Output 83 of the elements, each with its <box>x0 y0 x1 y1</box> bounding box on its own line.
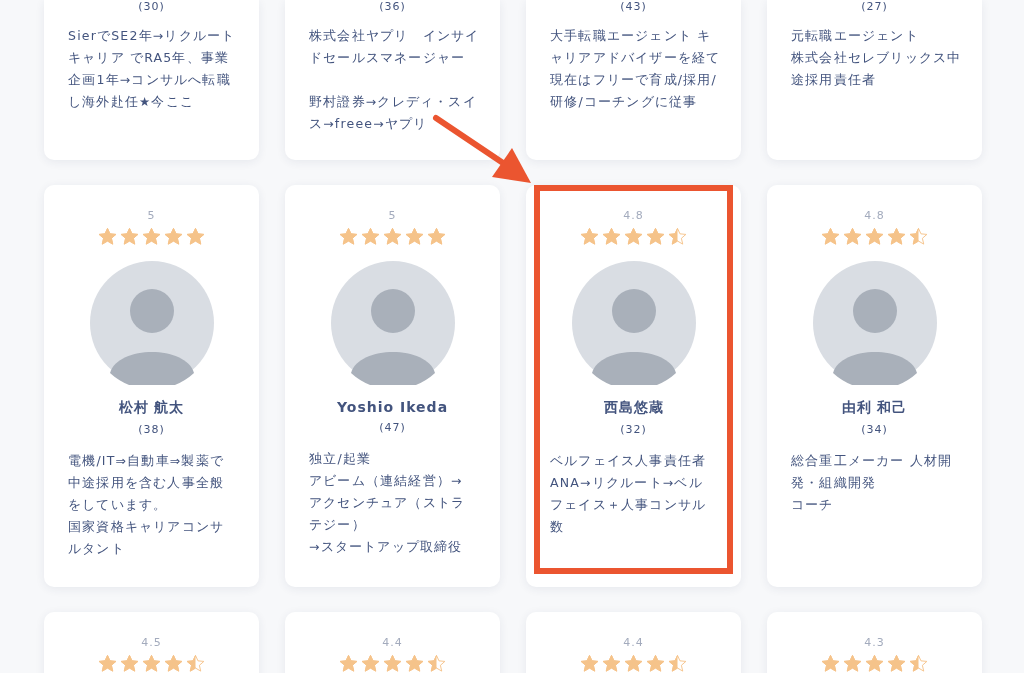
star-icon <box>339 654 358 673</box>
star-icon <box>843 654 862 673</box>
rating-value: 4.5 <box>141 636 162 649</box>
bio-text: 国家資格キャリアコンサルタント <box>68 518 226 558</box>
star-icon <box>164 654 183 673</box>
star-icon <box>909 227 928 246</box>
star-icon <box>339 227 358 246</box>
profile-card[interactable]: (30) SierでSE2年→リクルートキャリア でRA5年、事業企画1年→コンサルへ転職し海外赴任★今ここ <box>44 0 259 160</box>
rating-value: 4.4 <box>623 636 644 649</box>
profile-card[interactable]: (27) 元転職エージェント 株式会社セレブリックス中途採用責任者 <box>767 0 982 160</box>
bio-text: ベルフェイス人事責任者 <box>550 452 708 470</box>
person-age: (30) <box>138 0 165 13</box>
bio-text: 電機/IT⇒自動車⇒製薬で中途採用を含む人事全般をしています。 <box>68 452 226 514</box>
bio-text: ANA→リクルート→ベルフェイス＋人事コンサル数 <box>550 474 708 536</box>
rating-value: 5 <box>388 209 397 222</box>
star-icon <box>427 654 446 673</box>
star-icon <box>821 227 840 246</box>
star-icon <box>383 654 402 673</box>
rating-value: 4.3 <box>864 636 885 649</box>
star-icon <box>887 227 906 246</box>
person-name: 由利 和己 <box>841 399 908 417</box>
star-icon <box>821 654 840 673</box>
person-name: 西島悠蔵 <box>603 399 664 417</box>
bio-text: 野村證券→クレディ・スイス→freee→ヤプリ <box>309 93 478 133</box>
star-icon <box>580 654 599 673</box>
person-age: (34) <box>861 423 888 436</box>
bio-text: 大手転職エージェント キャリアアドバイザーを経て <box>550 27 721 67</box>
bio-text: アビーム（連結経営）→アクセンチュア（ストラテジー） <box>309 472 467 534</box>
star-icon <box>427 227 446 246</box>
star-icon <box>624 227 643 246</box>
bio-text: 元転職エージェント <box>791 27 920 45</box>
person-age: (32) <box>620 423 647 436</box>
star-icon <box>865 654 884 673</box>
star-icon <box>602 654 621 673</box>
star-icon <box>186 227 205 246</box>
star-icon <box>602 227 621 246</box>
person-age: (47) <box>379 421 406 434</box>
profile-card[interactable]: (43) 大手転職エージェント キャリアアドバイザーを経て 現在はフリーで育成/採用/研修/コーチングに従事 <box>526 0 741 160</box>
star-icon <box>646 654 665 673</box>
star-icon <box>646 227 665 246</box>
star-icon <box>624 654 643 673</box>
person-age: (36) <box>379 0 406 13</box>
bio-text: コーチ <box>791 496 835 514</box>
rating-value: 5 <box>147 209 156 222</box>
profile-card[interactable]: 5 松村 航太 (38) 電機/IT⇒自動車⇒製薬で中途採用を含む人事全般をしています。 国家資格キャリアコンサルタント <box>44 185 259 587</box>
rating-value: 4.8 <box>864 209 885 222</box>
star-icon <box>164 227 183 246</box>
bio-text: 現在はフリーで育成/採用/研修/コーチングに従事 <box>550 71 719 111</box>
star-icon <box>843 227 862 246</box>
star-icon <box>405 654 424 673</box>
star-icon <box>98 654 117 673</box>
star-icon <box>909 654 928 673</box>
star-icon <box>887 654 906 673</box>
star-icon <box>668 654 687 673</box>
person-age: (38) <box>138 423 165 436</box>
star-icon <box>186 654 205 673</box>
rating-value: 4.4 <box>382 636 403 649</box>
bio-text: →スタートアップ取締役 <box>309 538 464 556</box>
bio-text: 株式会社セレブリックス中途採用責任者 <box>791 49 962 89</box>
star-icon <box>405 227 424 246</box>
star-icon <box>120 654 139 673</box>
rating-value: 4.8 <box>623 209 644 222</box>
star-icon <box>580 227 599 246</box>
star-icon <box>120 227 139 246</box>
profile-card[interactable]: 4.8 由利 和己 (34) 総合重工メーカー 人材開発・組織開発 コーチ <box>767 185 982 587</box>
profile-card[interactable]: 5 Yoshio Ikeda (47) 独立/起業 アビーム（連結経営）→アクセンチュア（ストラテジー） →スタートアップ取締役 <box>285 185 500 587</box>
person-name: 松村 航太 <box>118 399 185 417</box>
star-icon <box>361 227 380 246</box>
star-icon <box>142 227 161 246</box>
person-age: (27) <box>861 0 888 13</box>
star-icon <box>668 227 687 246</box>
bio-text: 独立/起業 <box>309 450 373 468</box>
person-name: Yoshio Ikeda <box>336 399 449 415</box>
star-icon <box>142 654 161 673</box>
star-icon <box>865 227 884 246</box>
person-age: (43) <box>620 0 647 13</box>
bio-text: 株式会社ヤプリ インサイドセールスマネージャー <box>309 27 480 67</box>
star-icon <box>361 654 380 673</box>
star-icon <box>383 227 402 246</box>
bio-text: 総合重工メーカー 人材開発・組織開発 <box>791 452 954 492</box>
bio-text: SierでSE2年→リクルートキャリア でRA5年、事業企画1年→コンサルへ転職し海外赴任★今ここ <box>68 27 237 111</box>
profile-card[interactable]: (36) 株式会社ヤプリ インサイドセールスマネージャー 野村證券→クレディ・スイス→freee→ヤプリ <box>285 0 500 160</box>
star-icon <box>98 227 117 246</box>
